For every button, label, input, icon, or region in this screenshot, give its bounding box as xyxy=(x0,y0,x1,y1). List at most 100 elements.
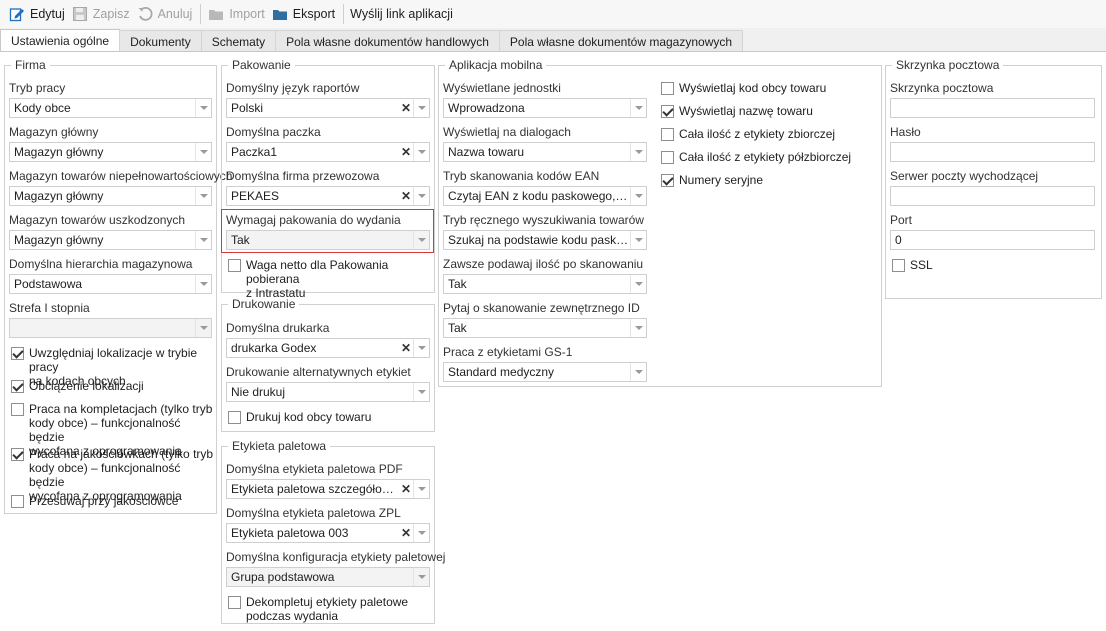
close-icon[interactable]: ✕ xyxy=(399,480,413,498)
close-icon[interactable]: ✕ xyxy=(399,99,413,117)
chevron-down-icon[interactable] xyxy=(630,319,646,337)
mailbox-input[interactable] xyxy=(890,98,1095,118)
chevron-down-icon[interactable] xyxy=(195,275,211,293)
printer-select[interactable]: drukarka Godex ✕ xyxy=(226,338,430,358)
checkbox-full-qty-semi-collective[interactable]: Cała ilość z etykiety półzbiorczej xyxy=(661,150,851,164)
close-icon[interactable]: ✕ xyxy=(399,524,413,542)
units-select[interactable]: Wprowadzona xyxy=(443,98,647,118)
save-button[interactable]: Zapisz xyxy=(69,2,134,26)
checkbox-box[interactable] xyxy=(892,259,905,272)
checkbox-label: kody obce) – funkcjonalność będzie xyxy=(29,461,181,489)
checkbox-show-product-name[interactable]: Wyświetlaj nazwę towaru xyxy=(661,104,813,118)
field-value: Wprowadzona xyxy=(448,101,525,115)
field-value: Nazwa towaru xyxy=(448,145,525,159)
checkbox-box[interactable] xyxy=(661,105,674,118)
edit-button[interactable]: Edytuj xyxy=(6,2,69,26)
checkbox-box[interactable] xyxy=(228,596,241,609)
chevron-down-icon[interactable] xyxy=(413,568,429,586)
chevron-down-icon[interactable] xyxy=(413,143,429,161)
checkbox-box[interactable] xyxy=(228,411,241,424)
chevron-down-icon[interactable] xyxy=(195,99,211,117)
chevron-down-icon[interactable] xyxy=(413,480,429,498)
checkbox-box[interactable] xyxy=(11,448,24,461)
checkbox-box[interactable] xyxy=(11,380,24,393)
manual-search-select[interactable]: Szukaj na podstawie kodu paskowe... xyxy=(443,230,647,250)
tab-documents[interactable]: Dokumenty xyxy=(119,30,202,52)
export-button[interactable]: Eksport xyxy=(269,2,339,26)
chevron-down-icon[interactable] xyxy=(630,275,646,293)
chevron-down-icon[interactable] xyxy=(630,143,646,161)
tab-custom-fields-trade[interactable]: Pola własne dokumentów handlowych xyxy=(275,30,500,52)
checkbox-print-foreign-code[interactable]: Drukuj kod obcy towaru xyxy=(228,410,371,424)
group-printing: Drukowanie Domyślna drukarka drukarka Go… xyxy=(221,297,435,432)
cancel-button[interactable]: Anuluj xyxy=(134,2,197,26)
checkbox-ssl[interactable]: SSL xyxy=(892,258,933,272)
tab-schemes[interactable]: Schematy xyxy=(200,30,277,52)
zone-select[interactable] xyxy=(9,318,212,338)
chevron-down-icon[interactable] xyxy=(195,319,211,337)
pallet-pdf-select[interactable]: Etykieta paletowa szczegółowa ... ✕ xyxy=(226,479,430,499)
chevron-down-icon[interactable] xyxy=(413,383,429,401)
send-link-button[interactable]: Wyślij link aplikacji xyxy=(348,2,457,26)
port-input[interactable]: 0 xyxy=(890,230,1095,250)
chevron-down-icon[interactable] xyxy=(413,524,429,542)
chevron-down-icon[interactable] xyxy=(630,363,646,381)
tab-general-settings[interactable]: Ustawienia ogólne xyxy=(0,29,121,52)
checkbox-move-on-quality[interactable]: Przesuwaj przy jakościówce xyxy=(11,494,178,508)
chevron-down-icon[interactable] xyxy=(630,99,646,117)
chevron-down-icon[interactable] xyxy=(630,187,646,205)
pallet-config-select[interactable]: Grupa podstawowa xyxy=(226,567,430,587)
checkbox-full-qty-collective[interactable]: Cała ilość z etykiety zbiorczej xyxy=(661,127,835,141)
checkbox-serial-numbers[interactable]: Numery seryjne xyxy=(661,173,763,187)
pallet-zpl-select[interactable]: Etykieta paletowa 003 ✕ xyxy=(226,523,430,543)
hierarchy-select[interactable]: Podstawowa xyxy=(9,274,212,294)
chevron-down-icon[interactable] xyxy=(413,187,429,205)
quantity-after-scan-select[interactable]: Tak xyxy=(443,274,647,294)
import-button[interactable]: Import xyxy=(205,2,268,26)
close-icon[interactable]: ✕ xyxy=(399,187,413,205)
package-select[interactable]: Paczka1 ✕ xyxy=(226,142,430,162)
checkbox-box[interactable] xyxy=(661,151,674,164)
checkbox-location-load[interactable]: Obciążenie lokalizacji xyxy=(11,379,144,393)
password-input[interactable] xyxy=(890,142,1095,162)
report-language-select[interactable]: Polski ✕ xyxy=(226,98,430,118)
checkbox-show-foreign-code[interactable]: Wyświetlaj kod obcy towaru xyxy=(661,81,826,95)
close-icon[interactable]: ✕ xyxy=(399,143,413,161)
checkbox-box[interactable] xyxy=(228,259,241,272)
field-value: Etykieta paletowa 003 xyxy=(231,526,349,540)
checkbox-decomplete-pallet[interactable]: Dekompletuj etykiety paletowe podczas wyd… xyxy=(228,595,408,623)
checkbox-label: Obciążenie lokalizacji xyxy=(29,379,144,393)
checkbox-label: Przesuwaj przy jakościówce xyxy=(29,494,179,508)
chevron-down-icon[interactable] xyxy=(195,231,211,249)
chevron-down-icon[interactable] xyxy=(413,99,429,117)
field-label: Wyświetlaj na dialogach xyxy=(443,125,571,139)
checkbox-box[interactable] xyxy=(11,403,24,416)
field-label: Drukowanie alternatywnych etykiet xyxy=(226,365,411,379)
checkbox-box[interactable] xyxy=(11,495,24,508)
chevron-down-icon[interactable] xyxy=(195,187,211,205)
chevron-down-icon[interactable] xyxy=(413,339,429,357)
field-label: Domyślna drukarka xyxy=(226,321,330,335)
gs1-select[interactable]: Standard medyczny xyxy=(443,362,647,382)
external-id-select[interactable]: Tak xyxy=(443,318,647,338)
chevron-down-icon[interactable] xyxy=(195,143,211,161)
chevron-down-icon[interactable] xyxy=(630,231,646,249)
substandard-warehouse-select[interactable]: Magazyn główny xyxy=(9,186,212,206)
ean-mode-select[interactable]: Czytaj EAN z kodu paskowego, kod... xyxy=(443,186,647,206)
damaged-warehouse-select[interactable]: Magazyn główny xyxy=(9,230,212,250)
tab-custom-fields-warehouse[interactable]: Pola własne dokumentów magazynowych xyxy=(498,30,744,52)
checkbox-box[interactable] xyxy=(661,174,674,187)
field-label: Wyświetlane jednostki xyxy=(443,81,561,95)
carrier-select[interactable]: PEKAES ✕ xyxy=(226,186,430,206)
checkbox-box[interactable] xyxy=(11,347,24,360)
dialogs-select[interactable]: Nazwa towaru xyxy=(443,142,647,162)
checkbox-net-weight-intrastat[interactable]: Waga netto dla Pakowania pobierana z Intr… xyxy=(228,258,434,300)
close-icon[interactable]: ✕ xyxy=(399,339,413,357)
main-warehouse-select[interactable]: Magazyn główny xyxy=(9,142,212,162)
field-value: Etykieta paletowa szczegółowa ... xyxy=(231,482,399,496)
work-mode-select[interactable]: Kody obce xyxy=(9,98,212,118)
checkbox-box[interactable] xyxy=(661,128,674,141)
checkbox-box[interactable] xyxy=(661,82,674,95)
smtp-server-input[interactable] xyxy=(890,186,1095,206)
alternative-labels-select[interactable]: Nie drukuj xyxy=(226,382,430,402)
